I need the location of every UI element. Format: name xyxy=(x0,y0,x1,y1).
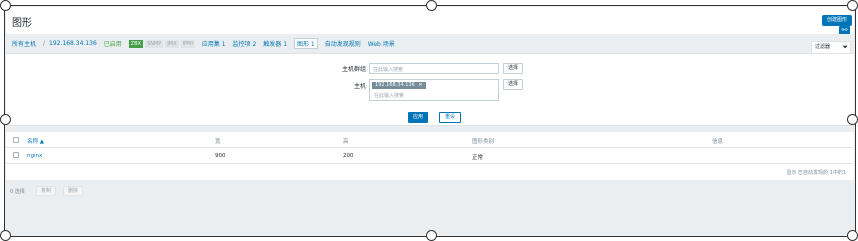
host-group-placeholder: 在此输入搜索 xyxy=(373,67,404,73)
host-group-label: 主机群组 xyxy=(341,66,366,73)
screenshot-frame: 图形 创建图形 ⚯ 所有主机 / 192.168.34.136 已启用 ZBX … xyxy=(4,5,856,237)
resize-handle-bottom-left[interactable] xyxy=(0,230,11,241)
filter-tab[interactable]: 过滤器 ⏷ xyxy=(811,41,851,53)
row-divider xyxy=(6,163,854,164)
header: 图形 创建图形 ⚯ xyxy=(6,7,854,35)
column-header-width: 宽 xyxy=(215,139,221,145)
column-header-height: 高 xyxy=(343,139,349,145)
status-enabled[interactable]: 已启用 xyxy=(104,39,122,48)
table-footer-info: 显示 已自动发现的 1中的1 xyxy=(786,170,846,176)
tag-ipmi: IPMI xyxy=(180,39,195,48)
graph-width-cell: 900 xyxy=(215,153,226,159)
page-title: 图形 xyxy=(12,18,32,29)
tag-snmp: SNMP xyxy=(145,39,164,48)
graphs-table: 名称 ▲ 宽 高 图形类别 信息 nginx 900 200 正常 显示 已自动… xyxy=(6,132,854,180)
tab-applications[interactable]: 应用集 1 xyxy=(202,39,226,48)
tab-discovery-rules[interactable]: 自动发现规则 xyxy=(325,39,361,48)
tab-items[interactable]: 监控项 2 xyxy=(233,39,257,48)
copy-button[interactable]: 复制 xyxy=(36,186,57,196)
remove-icon[interactable]: ✕ xyxy=(418,82,422,88)
funnel-icon: ⏷ xyxy=(842,43,848,51)
resize-handle-top[interactable] xyxy=(426,0,437,11)
resize-handle-bottom-right[interactable] xyxy=(847,230,858,241)
all-hosts-link[interactable]: 所有主机 xyxy=(12,39,36,48)
host-chip-label: 192.168.34.136 xyxy=(375,82,415,88)
graph-name-link[interactable]: nginx xyxy=(27,153,42,159)
resize-handle-right[interactable] xyxy=(847,114,858,125)
resize-handle-bottom[interactable] xyxy=(426,230,437,241)
tab-graphs[interactable]: 图形 1 xyxy=(294,38,318,49)
host-chip: 192.168.34.136 ✕ xyxy=(372,82,426,89)
delete-button[interactable]: 删除 xyxy=(63,186,84,196)
bulk-actions: 0 选择 复制 删除 xyxy=(6,186,854,198)
host-group-input[interactable]: 在此输入搜索 xyxy=(369,63,499,74)
row-checkbox[interactable] xyxy=(13,152,19,158)
column-header-graph-type: 图形类别 xyxy=(472,139,495,145)
host-select-button[interactable]: 选择 xyxy=(503,79,524,90)
tab-triggers[interactable]: 触发器 1 xyxy=(263,39,287,48)
create-graph-button[interactable]: 创建图形 xyxy=(821,15,852,26)
tag-jmx: JMX xyxy=(165,39,179,48)
host-input[interactable]: 192.168.34.136 ✕ 在此输入搜索 xyxy=(369,79,499,101)
resize-handle-top-right[interactable] xyxy=(847,0,858,11)
resize-handle-left[interactable] xyxy=(0,114,11,125)
breadcrumb-separator: / xyxy=(43,40,46,47)
column-header-name[interactable]: 名称 ▲ xyxy=(27,137,44,145)
apply-button[interactable]: 应用 xyxy=(408,112,429,123)
graph-type-cell: 正常 xyxy=(472,155,484,161)
graph-height-cell: 200 xyxy=(343,153,354,159)
breadcrumb: 所有主机 / 192.168.34.136 已启用 ZBX SNMP JMX I… xyxy=(6,34,854,53)
selected-count: 0 选择 xyxy=(10,189,25,195)
host-group-select-button[interactable]: 选择 xyxy=(503,63,524,74)
tag-zbx: ZBX xyxy=(128,39,144,48)
host-link[interactable]: 192.168.34.136 xyxy=(49,40,97,47)
select-all-checkbox[interactable] xyxy=(13,137,19,143)
filter-panel: 主机群组 在此输入搜索 选择 主机 192.168.34.136 ✕ 在此输入搜… xyxy=(6,53,854,126)
resize-handle-top-left[interactable] xyxy=(0,0,11,11)
host-placeholder: 在此输入搜索 xyxy=(374,93,405,99)
filter-tab-label: 过滤器 xyxy=(815,44,831,50)
tab-web-scenarios[interactable]: Web 场景 xyxy=(368,39,395,48)
header-divider xyxy=(6,147,854,148)
column-header-info: 信息 xyxy=(712,139,724,145)
reset-button[interactable]: 重设 xyxy=(439,112,462,123)
host-label: 主机 xyxy=(353,83,366,90)
